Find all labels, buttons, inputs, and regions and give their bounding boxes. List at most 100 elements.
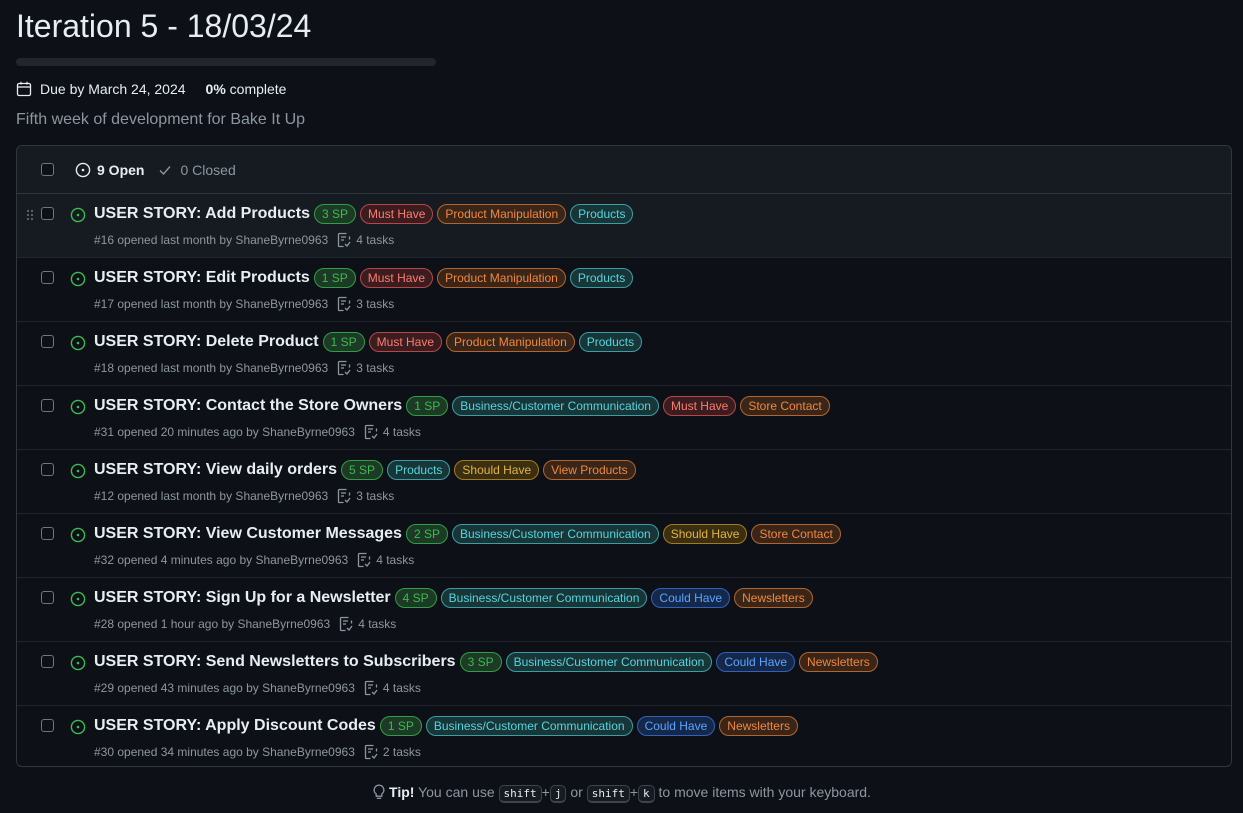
calendar-icon bbox=[16, 81, 32, 97]
issue-label[interactable]: Business/Customer Communication bbox=[440, 588, 648, 608]
issue-label[interactable]: Product Manipulation bbox=[446, 332, 575, 352]
issue-title[interactable]: USER STORY: Edit Products bbox=[94, 269, 310, 287]
issue-title[interactable]: USER STORY: Send Newsletters to Subscrib… bbox=[94, 653, 456, 671]
issue-label[interactable]: Business/Customer Communication bbox=[451, 524, 659, 544]
issue-row[interactable]: USER STORY: Delete Product 1 SP Must Have P… bbox=[17, 322, 1231, 386]
issue-checkbox[interactable] bbox=[41, 207, 54, 220]
issue-row[interactable]: USER STORY: Contact the Store Owners 1 SP… bbox=[17, 386, 1231, 450]
progress-bar bbox=[16, 58, 436, 66]
issue-open-icon bbox=[70, 591, 86, 607]
issue-checkbox[interactable] bbox=[41, 719, 54, 732]
issue-open-icon bbox=[70, 271, 86, 287]
issue-label[interactable]: 3 SP bbox=[459, 652, 502, 672]
select-all-checkbox[interactable] bbox=[41, 163, 54, 176]
issue-title[interactable]: USER STORY: Add Products bbox=[94, 205, 310, 223]
issue-label[interactable]: Should Have bbox=[454, 460, 540, 480]
issue-row[interactable]: USER STORY: Sign Up for a Newsletter 4 SP… bbox=[17, 578, 1231, 642]
issue-checkbox[interactable] bbox=[41, 271, 54, 284]
issue-title[interactable]: USER STORY: Delete Product bbox=[94, 333, 319, 351]
light-bulb-icon bbox=[373, 784, 385, 799]
issue-label[interactable]: Store Contact bbox=[751, 524, 841, 544]
issue-title-line: USER STORY: Contact the Store Owners 1 SP… bbox=[94, 396, 834, 416]
tasklist-icon bbox=[340, 616, 353, 632]
issue-label[interactable]: Business/Customer Communication bbox=[505, 652, 713, 672]
issue-title[interactable]: USER STORY: View daily orders bbox=[94, 461, 337, 479]
issue-row[interactable]: USER STORY: View daily orders 5 SP Product… bbox=[17, 450, 1231, 514]
issue-checkbox[interactable] bbox=[41, 591, 54, 604]
issue-label[interactable]: Must Have bbox=[360, 204, 434, 224]
issue-label[interactable]: Business/Customer Communication bbox=[425, 716, 633, 736]
issue-title[interactable]: USER STORY: Sign Up for a Newsletter bbox=[94, 589, 391, 607]
issue-label[interactable]: 5 SP bbox=[341, 460, 384, 480]
issue-label[interactable]: Store Contact bbox=[740, 396, 830, 416]
issue-checkbox[interactable] bbox=[41, 527, 54, 540]
issue-open-icon bbox=[70, 719, 86, 735]
tip-bold: Tip! bbox=[389, 784, 415, 800]
milestone-header: Iteration 5 - 18/03/24 Due by March 24, … bbox=[16, 0, 1232, 131]
issue-row[interactable]: USER STORY: View Customer Messages 2 SP Bu… bbox=[17, 514, 1231, 578]
issue-row[interactable]: USER STORY: Apply Discount Codes 1 SP Busi… bbox=[17, 706, 1231, 766]
open-filter[interactable]: 9 Open bbox=[75, 162, 144, 178]
issue-label[interactable]: Must Have bbox=[359, 268, 434, 288]
issue-meta-text: #18 opened last month by ShaneByrne0963 bbox=[94, 361, 329, 375]
task-count: 4 tasks bbox=[356, 233, 395, 247]
issue-label[interactable]: Newsletters bbox=[799, 652, 878, 672]
issue-label[interactable]: Products bbox=[570, 204, 634, 224]
percent-complete: 0% complete bbox=[205, 81, 287, 97]
shift-key: shift bbox=[586, 785, 630, 803]
issue-label[interactable]: Should Have bbox=[662, 524, 748, 544]
tasklist-icon bbox=[338, 232, 351, 248]
issue-meta-text: #32 opened 4 minutes ago by ShaneByrne09… bbox=[94, 553, 349, 567]
issue-label[interactable]: Products bbox=[569, 268, 634, 288]
issue-list-header: 9 Open 0 Closed bbox=[17, 146, 1231, 194]
issue-checkbox[interactable] bbox=[41, 399, 54, 412]
issue-title[interactable]: USER STORY: Apply Discount Codes bbox=[94, 717, 376, 735]
issue-open-icon bbox=[70, 463, 86, 479]
milestone-meta: Due by March 24, 2024 0% complete bbox=[16, 79, 1232, 99]
issue-label[interactable]: Must Have bbox=[368, 332, 443, 352]
drag-handle-icon[interactable] bbox=[26, 209, 34, 221]
issue-checkbox[interactable] bbox=[41, 655, 54, 668]
issue-label[interactable]: Could Have bbox=[716, 652, 796, 672]
issue-row[interactable]: USER STORY: Send Newsletters to Subscrib… bbox=[17, 642, 1231, 706]
issue-label[interactable]: 1 SP bbox=[322, 332, 365, 352]
tasklist-icon bbox=[338, 296, 351, 312]
issue-row[interactable]: USER STORY: Add Products 3 SP Must Have Pro… bbox=[17, 194, 1231, 258]
issue-meta: #12 opened last month by ShaneByrne0963 3… bbox=[94, 488, 394, 504]
issue-label[interactable]: Could Have bbox=[651, 588, 731, 608]
issue-meta-text: #17 opened last month by ShaneByrne0963 bbox=[94, 297, 329, 311]
task-count: 4 tasks bbox=[358, 617, 397, 631]
issue-label[interactable]: Newsletters bbox=[734, 588, 813, 608]
issue-checkbox[interactable] bbox=[41, 463, 54, 476]
issue-label[interactable]: Could Have bbox=[636, 716, 716, 736]
issue-label[interactable]: Products bbox=[578, 332, 643, 352]
issue-open-icon bbox=[75, 162, 91, 177]
issue-label[interactable]: Products bbox=[387, 460, 451, 480]
issue-label[interactable]: View Products bbox=[543, 460, 636, 480]
issue-label[interactable]: 1 SP bbox=[379, 716, 422, 736]
tasklist-icon bbox=[358, 552, 371, 568]
issue-label[interactable]: Must Have bbox=[662, 396, 737, 416]
issue-row[interactable]: USER STORY: Edit Products 1 SP Must Have Pr… bbox=[17, 258, 1231, 322]
issue-open-icon bbox=[70, 335, 86, 351]
issue-label[interactable]: 3 SP bbox=[314, 204, 357, 224]
plus-sign: + bbox=[629, 784, 639, 800]
issue-label[interactable]: Business/Customer Communication bbox=[452, 396, 659, 416]
issue-label[interactable]: 4 SP bbox=[394, 588, 437, 608]
tasklist-icon bbox=[364, 744, 378, 760]
issue-title[interactable]: USER STORY: View Customer Messages bbox=[94, 525, 402, 543]
keyboard-tip: Tip! You can use shift + j or shift + k to m… bbox=[0, 784, 1243, 803]
issue-label[interactable]: 1 SP bbox=[313, 268, 356, 288]
issue-checkbox[interactable] bbox=[41, 335, 54, 348]
tasklist-icon bbox=[364, 424, 378, 440]
issue-label[interactable]: 1 SP bbox=[406, 396, 449, 416]
issue-label[interactable]: Product Manipulation bbox=[437, 268, 566, 288]
issue-label[interactable]: 2 SP bbox=[405, 524, 448, 544]
issue-label[interactable]: Product Manipulation bbox=[437, 204, 567, 224]
issue-open-icon bbox=[70, 399, 86, 415]
issue-title[interactable]: USER STORY: Contact the Store Owners bbox=[94, 397, 402, 415]
issue-meta: #30 opened 34 minutes ago by ShaneByrne0… bbox=[94, 744, 421, 760]
closed-filter[interactable]: 0 Closed bbox=[158, 162, 236, 178]
due-date: Due by March 24, 2024 bbox=[40, 81, 186, 97]
issue-label[interactable]: Newsletters bbox=[719, 716, 798, 736]
